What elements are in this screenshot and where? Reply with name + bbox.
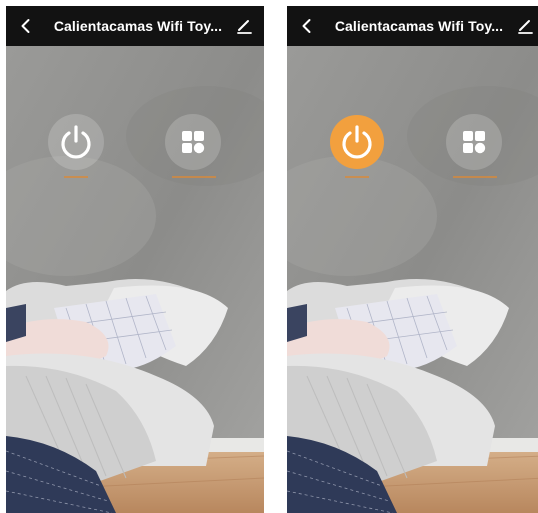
back-button[interactable] xyxy=(293,12,321,40)
power-icon xyxy=(342,125,372,159)
mode-button[interactable] xyxy=(165,114,221,170)
page-title: Calientacamas Wifi Toy... xyxy=(334,18,504,34)
mode-label-mark xyxy=(172,176,216,178)
mode-label-mark xyxy=(453,176,497,178)
pencil-icon xyxy=(518,20,533,34)
page-title: Calientacamas Wifi Toy... xyxy=(53,18,223,34)
app-header: Calientacamas Wifi Toy... xyxy=(287,6,538,46)
back-button[interactable] xyxy=(12,12,40,40)
modes-grid-icon xyxy=(463,131,486,154)
mode-button[interactable] xyxy=(446,114,502,170)
app-header: Calientacamas Wifi Toy... xyxy=(6,6,264,46)
power-button[interactable] xyxy=(48,114,104,170)
modes-grid-icon xyxy=(182,131,205,154)
chevron-left-icon xyxy=(21,19,30,33)
app-screen-power-on: Calientacamas Wifi Toy... xyxy=(287,6,538,513)
power-label-mark xyxy=(64,176,88,178)
power-button-active[interactable] xyxy=(330,115,384,169)
edit-button[interactable] xyxy=(511,12,538,40)
bedroom-background xyxy=(6,46,264,513)
power-label-mark xyxy=(345,176,369,178)
chevron-left-icon xyxy=(302,19,311,33)
edit-button[interactable] xyxy=(230,12,258,40)
app-screen-power-off: Calientacamas Wifi Toy... xyxy=(6,6,264,513)
power-icon xyxy=(61,125,91,159)
pencil-icon xyxy=(237,20,252,34)
screenshot-canvas: Calientacamas Wifi Toy... Calientacamas … xyxy=(0,0,538,513)
